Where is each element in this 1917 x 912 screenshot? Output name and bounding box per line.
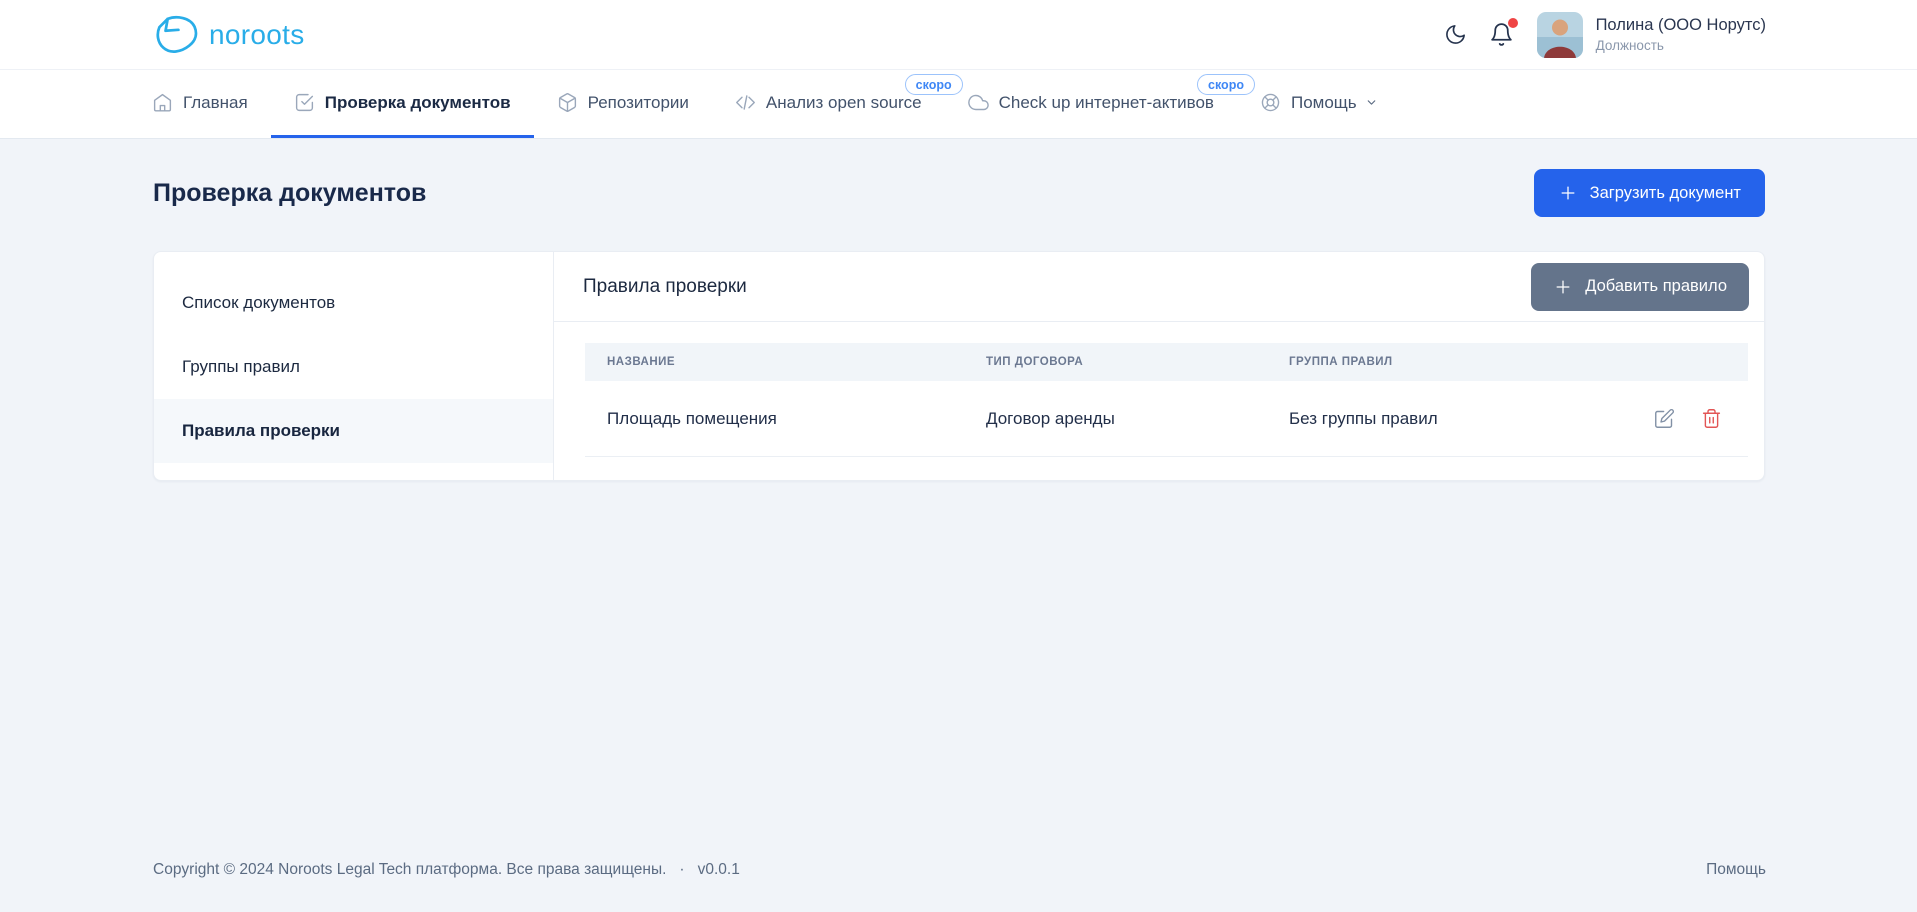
edit-rule-button[interactable] xyxy=(1654,408,1675,429)
home-icon xyxy=(152,92,173,113)
page-header: Проверка документов Загрузить документ xyxy=(153,169,1765,217)
brand-name: noroots xyxy=(209,18,305,50)
add-rule-button[interactable]: Добавить правило xyxy=(1531,262,1749,311)
tab-home[interactable]: Главная xyxy=(152,70,271,138)
user-avatar[interactable] xyxy=(1536,11,1583,58)
cell-rule-name: Площадь помещения xyxy=(607,408,777,428)
tab-label: Главная xyxy=(183,92,248,112)
code-icon xyxy=(735,92,756,113)
sidebar-item-rule-groups[interactable]: Группы правил xyxy=(154,335,553,399)
rules-card: Список документов Группы правил Правила … xyxy=(153,251,1765,481)
upload-document-button[interactable]: Загрузить документ xyxy=(1533,169,1765,217)
rules-panel: Правила проверки Добавить правило НАЗВАН… xyxy=(554,252,1764,480)
plus-icon xyxy=(1556,280,1570,293)
column-header-name: НАЗВАНИЕ xyxy=(607,356,676,368)
tab-label: Check up интернет-активов xyxy=(998,92,1214,112)
theme-toggle-button[interactable] xyxy=(1444,23,1467,46)
delete-rule-button[interactable] xyxy=(1701,408,1722,429)
main-nav: Главная Проверка документов Репозитории xyxy=(0,70,1917,139)
sidebar-item-label: Группы правил xyxy=(182,357,300,376)
user-role: Должность xyxy=(1595,38,1664,53)
cloud-icon xyxy=(967,92,989,113)
tab-label: Помощь xyxy=(1290,92,1357,112)
tab-document-check[interactable]: Проверка документов xyxy=(270,70,534,138)
app-version: v0.0.1 xyxy=(697,861,740,878)
cell-contract-type: Договор аренды xyxy=(986,408,1115,428)
page-footer: Copyright © 2024 Noroots Legal Tech плат… xyxy=(153,861,1766,879)
tab-label: Анализ open source xyxy=(765,92,922,112)
sidebar-item-label: Список документов xyxy=(182,293,336,312)
notification-badge xyxy=(1507,18,1518,28)
top-header: noroots Полина (ООО Норутс) Должность xyxy=(0,0,1917,70)
trash-icon xyxy=(1702,409,1721,428)
cell-rule-group: Без группы правил xyxy=(1289,408,1438,428)
avatar-photo xyxy=(1536,11,1583,58)
user-menu[interactable]: Полина (ООО Норутс) Должность xyxy=(1596,16,1766,53)
check-square-icon xyxy=(294,92,315,113)
tab-label: Репозитории xyxy=(587,92,689,112)
table-header-row: НАЗВАНИЕ ТИП ДОГОВОРА ГРУППА ПРАВИЛ xyxy=(585,343,1748,381)
row-actions xyxy=(1608,408,1748,429)
copyright-block: Copyright © 2024 Noroots Legal Tech плат… xyxy=(153,861,740,879)
table-row: Площадь помещения Договор аренды Без гру… xyxy=(585,381,1748,457)
footer-separator: · xyxy=(679,861,685,878)
sidebar-item-label: Правила проверки xyxy=(182,421,340,440)
tab-repositories[interactable]: Репозитории xyxy=(534,70,712,138)
tab-open-source-analysis[interactable]: Анализ open source скоро xyxy=(712,70,963,138)
life-buoy-icon xyxy=(1260,92,1281,113)
noroots-logo-icon xyxy=(156,15,198,53)
plus-icon xyxy=(1561,186,1575,200)
panel-header: Правила проверки Добавить правило xyxy=(554,252,1764,322)
moon-icon xyxy=(1445,25,1465,44)
sidebar-item-check-rules[interactable]: Правила проверки xyxy=(154,399,553,463)
card-sidebar: Список документов Группы правил Правила … xyxy=(154,252,554,480)
copyright-text: Copyright © 2024 Noroots Legal Tech плат… xyxy=(153,861,667,878)
main-content: Проверка документов Загрузить документ С… xyxy=(0,139,1917,861)
chevron-down-icon xyxy=(1365,96,1378,109)
user-name: Полина (ООО Норутс) xyxy=(1595,16,1766,34)
tab-label: Проверка документов xyxy=(324,92,511,112)
logo[interactable]: noroots xyxy=(153,14,305,55)
sidebar-item-document-list[interactable]: Список документов xyxy=(154,271,553,335)
package-icon xyxy=(557,92,578,113)
rules-table: НАЗВАНИЕ ТИП ДОГОВОРА ГРУППА ПРАВИЛ Площ… xyxy=(585,343,1748,457)
page-title: Проверка документов xyxy=(153,178,427,207)
header-actions: Полина (ООО Норутс) Должность xyxy=(1444,11,1766,58)
upload-document-label: Загрузить документ xyxy=(1589,183,1741,202)
column-header-rule-group: ГРУППА ПРАВИЛ xyxy=(1289,356,1393,368)
column-header-contract-type: ТИП ДОГОВОРА xyxy=(986,356,1084,368)
panel-title: Правила проверки xyxy=(583,275,747,297)
footer-help-link[interactable]: Помощь xyxy=(1706,861,1766,879)
tab-help[interactable]: Помощь xyxy=(1237,70,1401,138)
add-rule-label: Добавить правило xyxy=(1585,277,1727,295)
pencil-edit-icon xyxy=(1655,409,1674,428)
tab-checkup-internet-assets[interactable]: Check up интернет-активов скоро xyxy=(945,70,1255,138)
notifications-button[interactable] xyxy=(1489,18,1518,47)
